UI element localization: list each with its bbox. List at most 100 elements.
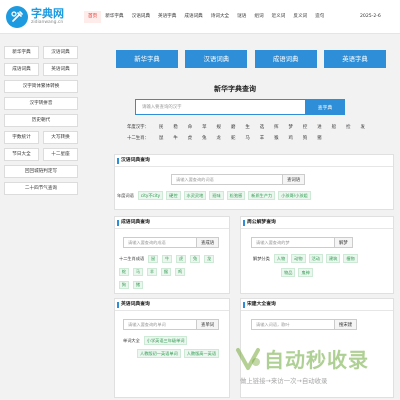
songjian-search-input[interactable] (251, 319, 335, 330)
zodiac-character[interactable]: 猪 (312, 135, 326, 141)
tab-hanyu[interactable]: 汉语词典 (185, 50, 248, 68)
dream-category-chip[interactable]: 物品 (281, 268, 296, 277)
zodiac-character[interactable]: 兔 (197, 135, 211, 141)
zodiac-idiom-chip[interactable]: 鸡 (175, 268, 185, 276)
zodiac-character[interactable]: 鼠 (154, 135, 168, 141)
songjian-search-button[interactable]: 搜宋建 (335, 319, 358, 330)
zodiac-idiom-chip[interactable]: 兔 (190, 255, 201, 263)
zodiac-idiom-chip[interactable]: 虎 (176, 255, 187, 263)
zodiac-idiom-chip[interactable]: 龙 (204, 255, 215, 263)
zodiac-idiom-chip[interactable]: 猴 (161, 268, 171, 276)
nav-riddles[interactable]: 谜语 (233, 11, 250, 23)
zodiac-idiom-chip[interactable]: 马 (133, 268, 143, 276)
annual-character[interactable]: 民 (154, 124, 168, 130)
sidebar-item-english[interactable]: 英语词典 (43, 63, 78, 76)
nav-chengyu[interactable]: 成语词典 (180, 11, 206, 23)
watermark-title: 自动秒收录 (264, 348, 369, 372)
annual-word-chip[interactable]: 小孩哥/小孩姐 (278, 191, 311, 200)
zodiac-idiom-chip[interactable]: 猪 (133, 281, 143, 289)
xinhua-search-button[interactable]: 查字典 (305, 99, 345, 115)
english-search-input[interactable] (123, 319, 197, 330)
annual-character[interactable]: 捡 (341, 124, 355, 130)
dream-category-chip[interactable]: 动物 (291, 254, 306, 263)
zodiac-character[interactable]: 鸡 (284, 135, 298, 141)
sidebar-item-festivals[interactable]: 节日大全 (4, 148, 39, 161)
annual-word-chip[interactable]: 硬控 (166, 191, 181, 200)
jiemeng-search-button[interactable]: 解梦 (335, 237, 353, 248)
annual-word-chip[interactable]: 松弛感 (226, 191, 246, 200)
sidebar: 新华字典 汉语词典 成语词典 英语词典 汉字简体繁体转换 汉字转拼音 历史朝代 … (4, 46, 78, 199)
nav-zuci[interactable]: 组词 (250, 11, 267, 23)
tab-english[interactable]: 英语字典 (323, 50, 386, 68)
tab-xinhua[interactable]: 新华字典 (116, 50, 178, 68)
word-list-chip[interactable]: 小学英语三年级单词 (143, 336, 188, 345)
zodiac-idiom-chip[interactable]: 蛇 (119, 268, 129, 276)
annual-character[interactable]: 船 (327, 124, 341, 130)
annual-character[interactable]: 苹 (197, 124, 211, 130)
hanyu-search-button[interactable]: 查词语 (283, 174, 306, 185)
sidebar-item-hanyu[interactable]: 汉语词典 (43, 46, 78, 59)
annual-word-chip[interactable]: city不city (137, 191, 164, 200)
chengyu-search-button[interactable]: 查成语 (197, 237, 220, 248)
zodiac-idiom-chip[interactable]: 羊 (147, 268, 157, 276)
nav-antonyms[interactable]: 反义词 (289, 11, 311, 23)
zodiac-character[interactable]: 猴 (269, 135, 283, 141)
nav-english[interactable]: 英语字典 (154, 11, 180, 23)
nav-xinhua[interactable]: 新华字典 (101, 11, 127, 23)
sidebar-item-palindrome[interactable]: 回回城链判定写 (4, 165, 78, 178)
sidebar-item-dynasty[interactable]: 历史朝代 (4, 114, 78, 127)
hanyu-search-input[interactable] (171, 174, 283, 185)
zodiac-idiom-chip[interactable]: 狗 (119, 281, 129, 289)
annual-character[interactable]: 选 (255, 124, 269, 130)
word-list-chip[interactable]: 人教版初一英语单词 (137, 349, 181, 358)
sidebar-item-pinyin[interactable]: 汉字转拼音 (4, 97, 78, 110)
dream-category-chip[interactable]: 鬼神 (298, 268, 313, 277)
chengyu-search-input[interactable] (123, 237, 197, 248)
dream-category-chip[interactable]: 人物 (273, 254, 289, 263)
xinhua-search-input[interactable] (135, 99, 305, 115)
nav-sentences[interactable]: 造句 (311, 11, 328, 23)
zodiac-idiom-chip[interactable]: 鼠 (148, 255, 159, 263)
word-list-chip[interactable]: 人教版高一英语 (183, 349, 220, 358)
sidebar-item-uppercase[interactable]: 大写转换 (43, 131, 78, 144)
annual-character[interactable]: 命 (183, 124, 197, 130)
jiemeng-search-input[interactable] (251, 237, 335, 248)
zodiac-character[interactable]: 狗 (298, 135, 312, 141)
annual-word-chip[interactable]: 新质生产力 (248, 191, 276, 200)
nav-hanyu[interactable]: 汉语词典 (128, 11, 154, 23)
annual-word-chip[interactable]: 水灵灵地 (183, 191, 207, 200)
annual-character[interactable]: 进 (312, 124, 326, 130)
zodiac-character[interactable]: 羊 (255, 135, 269, 141)
annual-character[interactable]: 规 (212, 124, 226, 130)
zodiac-idiom-chip[interactable]: 牛 (162, 255, 173, 263)
top-nav: 首页 新华字典 汉语词典 英语字典 成语词典 诗词大全 谜语 组词 近义词 反义… (84, 11, 328, 23)
zodiac-character[interactable]: 蛇 (226, 135, 240, 141)
dream-category-chip[interactable]: 植物 (343, 254, 358, 263)
sidebar-item-solar-terms[interactable]: 二十四节气查询 (4, 182, 78, 195)
tab-chengyu[interactable]: 成语词典 (254, 50, 317, 68)
annual-character[interactable]: 发 (355, 124, 369, 130)
dream-category-chip[interactable]: 活动 (308, 254, 323, 263)
annual-word-chip[interactable]: 班味 (209, 191, 224, 200)
dream-category-chip[interactable]: 建筑 (325, 254, 341, 263)
nav-poems[interactable]: 诗词大全 (207, 11, 233, 23)
zodiac-character[interactable]: 牛 (168, 135, 182, 141)
sidebar-item-zodiac[interactable]: 十二星座 (43, 148, 78, 161)
sidebar-item-xinhua[interactable]: 新华字典 (4, 46, 39, 59)
english-search-button[interactable]: 查单词 (197, 319, 220, 330)
sidebar-item-wordcount[interactable]: 字数统计 (4, 131, 39, 144)
annual-character[interactable]: 磨 (226, 124, 240, 130)
nav-home[interactable]: 首页 (84, 11, 102, 23)
sidebar-item-chengyu[interactable]: 成语词典 (4, 63, 39, 76)
zodiac-character[interactable]: 龙 (212, 135, 226, 141)
annual-character[interactable]: 挥 (269, 124, 283, 130)
annual-character[interactable]: 稳 (168, 124, 182, 130)
annual-character[interactable]: 梦 (284, 124, 298, 130)
sidebar-item-convert[interactable]: 汉字简体繁体转换 (4, 80, 78, 93)
annual-character[interactable]: 生 (240, 124, 254, 130)
site-logo[interactable]: 字典网 zidianwang.cn (6, 6, 64, 28)
zodiac-character[interactable]: 虎 (183, 135, 197, 141)
zodiac-character[interactable]: 马 (240, 135, 254, 141)
annual-character[interactable]: 控 (298, 124, 312, 130)
nav-synonyms[interactable]: 近义词 (268, 11, 290, 23)
